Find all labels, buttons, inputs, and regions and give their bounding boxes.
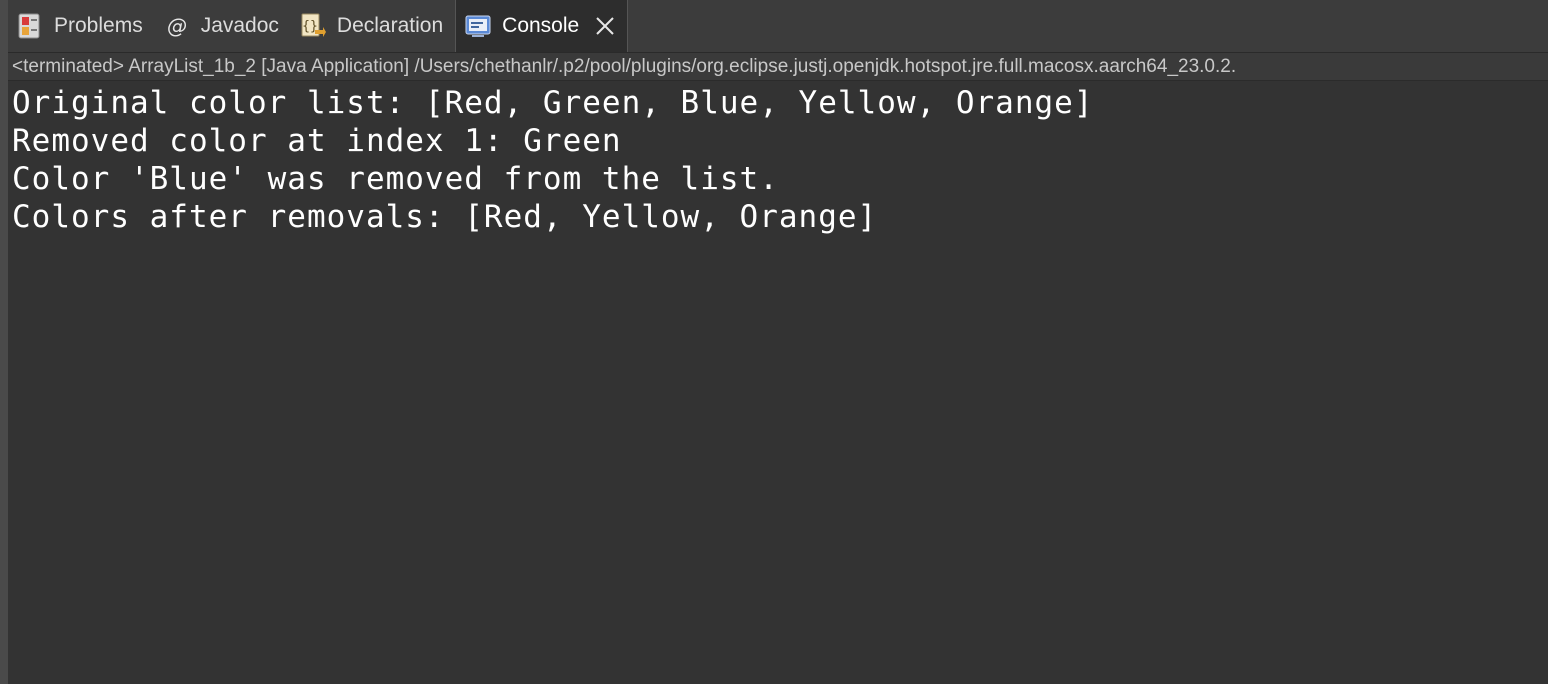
problems-icon: [16, 12, 44, 40]
console-icon: [464, 12, 492, 40]
console-line: Color 'Blue' was removed from the list.: [12, 161, 779, 197]
tab-declaration[interactable]: {} Declaration: [291, 0, 455, 52]
console-line: Removed color at index 1: Green: [12, 123, 622, 159]
console-output[interactable]: Original color list: [Red, Green, Blue, …: [12, 84, 1542, 236]
console-view: Problems @ Javadoc {} Declaration Consol…: [0, 0, 1548, 684]
tab-label: Problems: [54, 14, 143, 37]
console-line: Original color list: [Red, Green, Blue, …: [12, 85, 1094, 121]
tab-console[interactable]: Console: [455, 0, 629, 52]
window-edge: [0, 0, 8, 684]
console-line: Colors after removals: [Red, Yellow, Ora…: [12, 199, 878, 235]
svg-text:@: @: [167, 14, 187, 38]
at-icon: @: [163, 12, 191, 40]
declaration-icon: {}: [299, 12, 327, 40]
close-icon[interactable]: [593, 14, 617, 38]
tab-problems[interactable]: Problems: [8, 0, 155, 52]
view-tab-bar: Problems @ Javadoc {} Declaration Consol…: [8, 0, 1548, 53]
tab-javadoc[interactable]: @ Javadoc: [155, 0, 291, 52]
console-status-line: <terminated> ArrayList_1b_2 [Java Applic…: [8, 53, 1548, 81]
tab-label: Javadoc: [200, 14, 279, 37]
tab-label: Declaration: [336, 14, 444, 37]
tab-label: Console: [502, 14, 580, 37]
